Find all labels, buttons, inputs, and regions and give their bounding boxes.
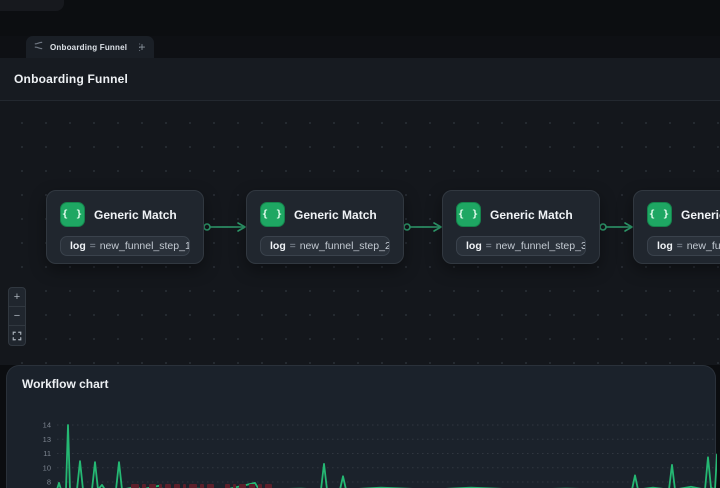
workflow-canvas[interactable]: { }Generic Matchlog = new_funnel_step_1{… [0,101,720,365]
svg-text:10: 10 [43,463,51,472]
param-key: log [657,240,673,252]
clipped-red-annotation [131,484,272,488]
workflow-node-3[interactable]: { } Generic Match log = new_funnel_step_3 [442,190,600,264]
param-value: new_funnel_step_3 [496,240,586,252]
param-value: new_funnel_step_2 [300,240,390,252]
svg-text:13: 13 [43,435,51,444]
chart-panel-title: Workflow chart [22,377,108,391]
param-operator: = [286,240,300,252]
workflow-node-2[interactable]: { } Generic Match log = new_funnel_step_2 [246,190,404,264]
workflow-icon [33,38,44,56]
new-tab-button[interactable]: + [134,39,150,55]
node-title: Generic Match [681,208,720,222]
curly-braces-icon: { } [60,202,85,227]
svg-text:14: 14 [43,421,51,430]
param-key: log [270,240,286,252]
node-title: Generic Match [94,208,177,222]
workflow-line-chart: 14 13 11 10 8 [7,366,717,488]
page-header: Onboarding Funnel [0,58,720,101]
curly-braces-icon: { } [260,202,285,227]
node-param-pill[interactable]: log = new_funnel_step_4 [647,236,720,256]
zoom-controls: +− [8,287,26,346]
param-operator: = [86,240,100,252]
zoom-in-button[interactable]: + [9,288,25,307]
window-chrome-remnant [0,0,64,11]
page-title: Onboarding Funnel [14,72,128,86]
param-value: new_funnel_step_1 [100,240,190,252]
top-strip [0,0,720,36]
node-title: Generic Match [490,208,573,222]
param-value: new_funnel_step_4 [687,240,720,252]
param-key: log [70,240,86,252]
tab-label: Onboarding Funnel [50,43,127,52]
node-param-pill[interactable]: log = new_funnel_step_3 [456,236,586,256]
tab-bar: Onboarding Funnel ⋮ + [0,36,720,58]
node-title: Generic Match [294,208,377,222]
node-param-pill[interactable]: log = new_funnel_step_1 [60,236,190,256]
svg-text:11: 11 [43,449,51,458]
curly-braces-icon: { } [456,202,481,227]
workflow-chart-panel: 14 13 11 10 8 Workflow chart [6,365,716,488]
zoom-out-button[interactable]: − [9,307,25,326]
workflow-node-4[interactable]: { } Generic Match log = new_funnel_step_4 [633,190,720,264]
workflow-node-1[interactable]: { } Generic Match log = new_funnel_step_1 [46,190,204,264]
curly-braces-icon: { } [647,202,672,227]
param-key: log [466,240,482,252]
fit-view-button[interactable] [9,326,25,345]
param-operator: = [482,240,496,252]
svg-text:8: 8 [47,478,51,487]
node-param-pill[interactable]: log = new_funnel_step_2 [260,236,390,256]
param-operator: = [673,240,687,252]
app-window: Onboarding Funnel ⋮ + Onboarding Funnel … [0,0,720,488]
